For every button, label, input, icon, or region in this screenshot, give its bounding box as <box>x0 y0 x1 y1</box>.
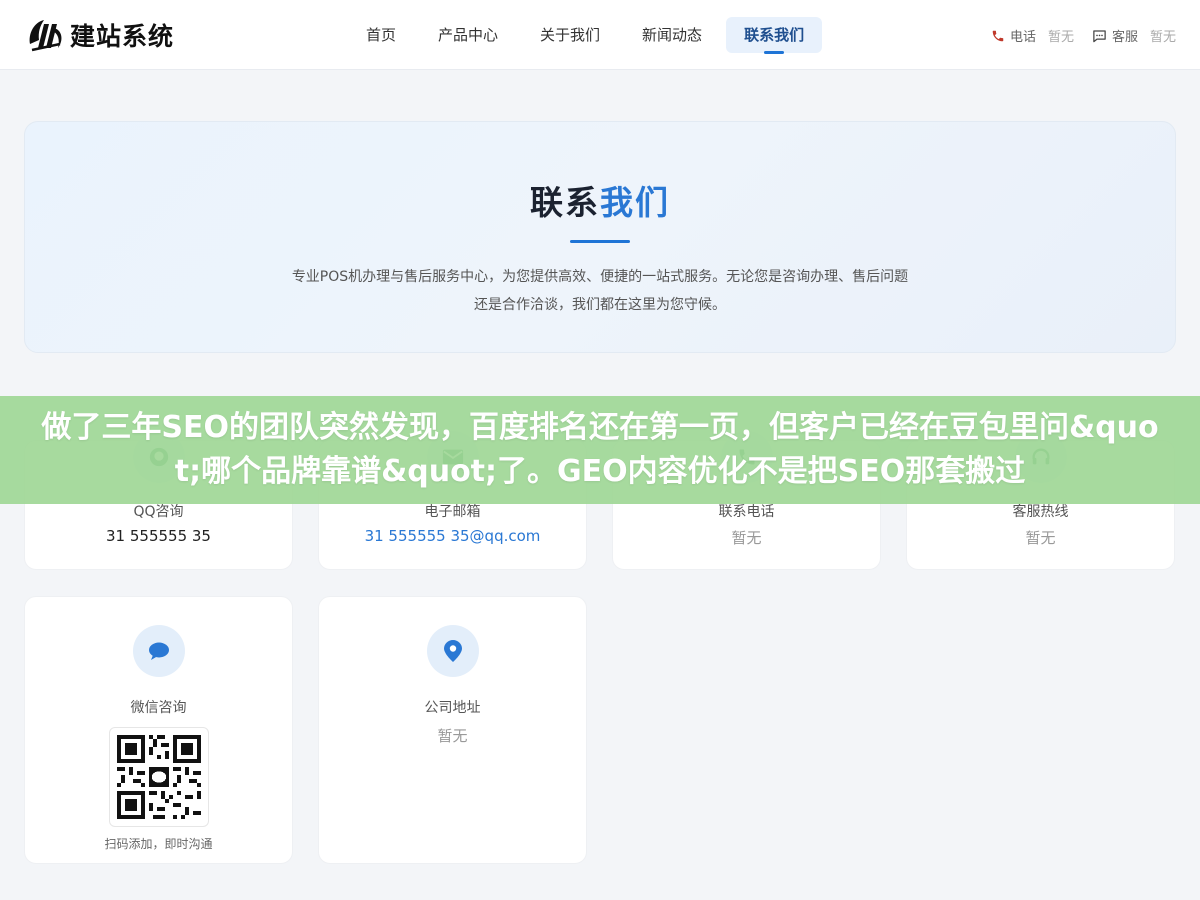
wechat-caption: 扫码添加，即时沟通 <box>104 837 213 851</box>
overlay-banner: 做了三年SEO的团队突然发现，百度排名还在第一页，但客户已经在豆包里问&quot… <box>0 396 1200 504</box>
title-underline <box>570 240 630 243</box>
qq-value[interactable]: 31 555555 35 <box>25 527 292 545</box>
header-contact: 电话 暂无 客服 暂无 <box>973 26 1176 45</box>
message-icon <box>1093 29 1106 42</box>
qq-label: QQ咨询 <box>133 504 184 520</box>
location-pin-icon <box>443 640 462 662</box>
title-prefix: 联系 <box>530 183 600 222</box>
nav-item-news[interactable]: 新闻动态 <box>624 17 720 53</box>
location-icon-wrap <box>426 625 479 677</box>
nav-item-home[interactable]: 首页 <box>348 17 414 53</box>
phone-icon <box>992 30 1004 41</box>
site-header: 建站系统 首页 产品中心 关于我们 新闻动态 联系我们 电话 暂无 客服 暂无 <box>0 0 1200 70</box>
nav-item-contact[interactable]: 联系我们 <box>726 17 823 54</box>
wechat-qr-code[interactable] <box>108 727 209 827</box>
header-phone-label: 电话 <box>1009 30 1036 45</box>
phone-label: 联系电话 <box>718 504 775 520</box>
main-nav: 首页 产品中心 关于我们 新闻动态 联系我们 <box>348 17 828 54</box>
title-accent: 我们 <box>600 183 670 222</box>
chat-icon-wrap <box>132 625 185 677</box>
email-label: 电子邮箱 <box>424 504 481 520</box>
overlay-text: 做了三年SEO的团队突然发现，百度排名还在第一页，但客户已经在豆包里问&quot… <box>41 410 1159 489</box>
contact-hero: 联系我们 专业POS机办理与售后服务中心，为您提供高效、便捷的一站式服务。无论您… <box>24 121 1176 353</box>
email-value[interactable]: 31 555555 35@qq.com <box>319 527 586 545</box>
nav-item-about[interactable]: 关于我们 <box>522 17 618 53</box>
wechat-label: 微信咨询 <box>130 700 187 716</box>
page-title: 联系我们 <box>25 176 1175 224</box>
address-label: 公司地址 <box>424 700 481 716</box>
logo-text: 建站系统 <box>70 22 175 51</box>
hotline-label: 客服热线 <box>1012 504 1069 520</box>
wechat-card: 微信咨询 扫码添加，即时沟通 <box>24 596 293 864</box>
logo[interactable]: 建站系统 <box>24 14 174 56</box>
hero-description: 专业POS机办理与售后服务中心，为您提供高效、便捷的一站式服务。无论您是咨询办理… <box>291 269 909 313</box>
header-phone-value: 暂无 <box>1047 30 1074 45</box>
header-phone[interactable]: 电话 暂无 <box>991 26 1074 45</box>
hotline-value: 暂无 <box>1025 529 1056 547</box>
address-value: 暂无 <box>437 727 468 745</box>
header-service-label: 客服 <box>1111 30 1138 45</box>
logo-icon <box>29 20 62 52</box>
phone-value: 暂无 <box>731 529 762 547</box>
nav-item-products[interactable]: 产品中心 <box>420 17 516 53</box>
header-service[interactable]: 客服 暂无 <box>1092 26 1176 45</box>
header-service-value: 暂无 <box>1149 30 1176 45</box>
address-card: 公司地址 暂无 <box>318 596 587 864</box>
chat-bubble-icon <box>148 642 169 660</box>
qr-code-icon <box>116 735 201 819</box>
